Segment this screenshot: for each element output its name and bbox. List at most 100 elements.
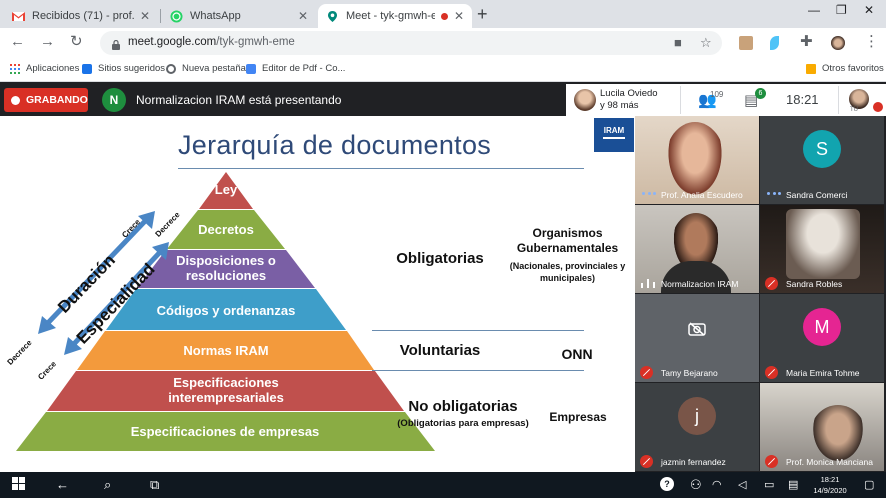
forward-icon[interactable]: →	[40, 34, 55, 50]
mic-muted-icon	[765, 455, 778, 468]
help-icon[interactable]: ?	[660, 477, 674, 491]
mic-muted-icon	[765, 277, 778, 290]
mic-muted-icon	[640, 455, 653, 468]
viewer-summary: Lucila Oviedo y 98 más	[600, 88, 658, 112]
participant-tile[interactable]: Prof. Analia Escudero	[635, 116, 759, 204]
presenter-avatar: N	[102, 88, 126, 112]
pyramid-label-interempresariales: Especificaciones interempresariales	[168, 375, 284, 405]
recording-indicator-icon	[440, 12, 448, 20]
participant-name: Sandra Robles	[786, 279, 843, 289]
meet-clock: 18:21	[786, 92, 819, 107]
pyramid-label-ley: Ley	[214, 182, 238, 197]
viewer-avatar	[574, 89, 596, 111]
bookmark-suggested-sites[interactable]: Sitios sugeridos	[82, 63, 165, 74]
participant-name: Prof. Monica Manciana	[786, 457, 873, 467]
bookmark-label: Sitios sugeridos	[98, 63, 166, 74]
recording-button[interactable]: GRABANDO	[4, 88, 88, 112]
category-voluntarias: Voluntarias	[399, 342, 481, 359]
pyramid-label-disposiciones: Disposiciones o resoluciones	[176, 253, 276, 283]
windows-taskbar: ← ⌕ ⧉ ? ⚇ ◠ ◁ ▭ ▤ 18:21 14/9/2020 ▢	[0, 472, 886, 498]
notifications-icon[interactable]: ▢	[864, 477, 874, 493]
windows-start-icon[interactable]	[12, 477, 25, 494]
audio-wave-icon	[641, 278, 655, 288]
participant-tile[interactable]: M Maria Emira Tohme	[760, 294, 884, 382]
presenting-text: Normalizacion IRAM está presentando	[136, 93, 342, 107]
bookmark-star-icon[interactable]: ☆	[700, 35, 712, 51]
participant-tile[interactable]: Tamy Bejarano	[635, 294, 759, 382]
participant-name: Normalizacion IRAM	[661, 279, 739, 289]
task-view-icon[interactable]: ⧉	[150, 477, 159, 493]
close-tab-icon[interactable]: ✕	[454, 9, 464, 23]
participant-tile[interactable]: j jazmin fernandez	[635, 383, 759, 471]
minimize-icon[interactable]: —	[808, 3, 820, 17]
bookmark-other-favorites[interactable]: Otros favoritos	[806, 63, 884, 74]
tab-meet[interactable]: Meet - tyk-gmwh-eme ✕	[318, 4, 472, 28]
participant-avatar: j	[678, 397, 716, 435]
globe-icon	[166, 63, 176, 74]
participant-tile[interactable]: Normalizacion IRAM	[635, 205, 759, 293]
recording-label: GRABANDO	[26, 94, 88, 106]
meet-top-bar: GRABANDO N Normalizacion IRAM está prese…	[0, 84, 886, 116]
participant-name: Prof. Analia Escudero	[661, 190, 743, 200]
close-tab-icon[interactable]: ✕	[298, 9, 308, 23]
participant-name: jazmin fernandez	[661, 457, 726, 467]
category-no-obligatorias-sub: (Obligatorias para empresas)	[397, 418, 529, 429]
url-path: /tyk-gmwh-eme	[216, 36, 295, 48]
whatsapp-icon	[170, 10, 183, 23]
sites-icon	[82, 63, 92, 74]
restore-icon[interactable]: ❐	[836, 3, 847, 17]
tab-gmail[interactable]: Recibidos (71) - prof.patriciadi ✕	[4, 4, 158, 28]
feather-extension-icon[interactable]	[770, 36, 779, 50]
volume-icon[interactable]: ◁	[738, 477, 746, 493]
close-tab-icon[interactable]: ✕	[140, 9, 150, 23]
pdf-editor-icon	[246, 63, 256, 74]
self-avatar[interactable]	[849, 89, 869, 109]
pyramid-label-codigos: Códigos y ordenanzas	[156, 303, 296, 318]
participant-tile[interactable]: Sandra Robles	[760, 205, 884, 293]
camera-icon[interactable]: ■	[674, 35, 682, 50]
participant-name: Sandra Comerci	[786, 190, 848, 200]
keyboard-icon[interactable]: ▤	[788, 477, 798, 493]
address-bar[interactable]: meet.google.com/tyk-gmwh-eme ■ ☆	[100, 31, 722, 55]
pdf-extension-icon[interactable]	[739, 36, 753, 50]
category-divider	[372, 330, 584, 331]
participant-tile[interactable]: S Sandra Comerci	[760, 116, 884, 204]
back-icon[interactable]: ←	[10, 34, 25, 50]
self-label: TÚ	[850, 107, 858, 113]
lock-icon	[112, 37, 120, 50]
chat-badge: 6	[755, 88, 766, 99]
participant-video	[786, 209, 860, 279]
extensions-puzzle-icon[interactable]: ✚	[800, 34, 813, 50]
category-obligatorias: Obligatorias	[396, 250, 484, 267]
taskbar-clock[interactable]: 18:21 14/9/2020	[806, 474, 854, 496]
battery-icon[interactable]: ▭	[764, 477, 774, 493]
people-icon[interactable]: ⚇	[690, 477, 702, 493]
bookmark-label: Otros favoritos	[822, 63, 884, 74]
participant-avatar: S	[803, 130, 841, 168]
search-icon[interactable]: ⌕	[104, 477, 111, 493]
wifi-icon[interactable]: ◠	[712, 477, 722, 493]
mic-muted-icon	[765, 366, 778, 379]
meet-icon	[326, 10, 339, 23]
participant-tile[interactable]: Prof. Monica Manciana	[760, 383, 884, 471]
bookmark-pdf-editor[interactable]: Editor de Pdf - Co...	[246, 63, 345, 74]
bookmark-apps[interactable]: Aplicaciones	[10, 63, 79, 74]
pyramid-label-empresas: Especificaciones de empresas	[130, 424, 320, 439]
participant-video	[665, 122, 725, 200]
viewer-more: y 98 más	[600, 100, 639, 111]
participant-name: Maria Emira Tohme	[786, 368, 860, 378]
close-window-icon[interactable]: ✕	[864, 3, 874, 17]
organismos-line1: Organismos	[532, 226, 603, 240]
url-text: meet.google.com/tyk-gmwh-eme	[128, 36, 295, 48]
new-tab-button[interactable]: +	[477, 4, 488, 24]
viewer-name: Lucila Oviedo	[600, 88, 658, 99]
reload-icon[interactable]: ↻	[70, 34, 83, 50]
folder-icon	[806, 63, 816, 74]
back-icon[interactable]: ←	[56, 477, 69, 493]
pyramid-label-normas: Normas IRAM	[183, 343, 269, 358]
bookmark-new-tab[interactable]: Nueva pestaña	[166, 63, 246, 74]
profile-avatar[interactable]	[831, 36, 845, 50]
tab-title: Recibidos (71) - prof.patriciadi	[32, 10, 134, 22]
tab-whatsapp[interactable]: WhatsApp ✕	[162, 4, 316, 28]
more-menu-icon[interactable]: ⋮	[864, 34, 879, 50]
